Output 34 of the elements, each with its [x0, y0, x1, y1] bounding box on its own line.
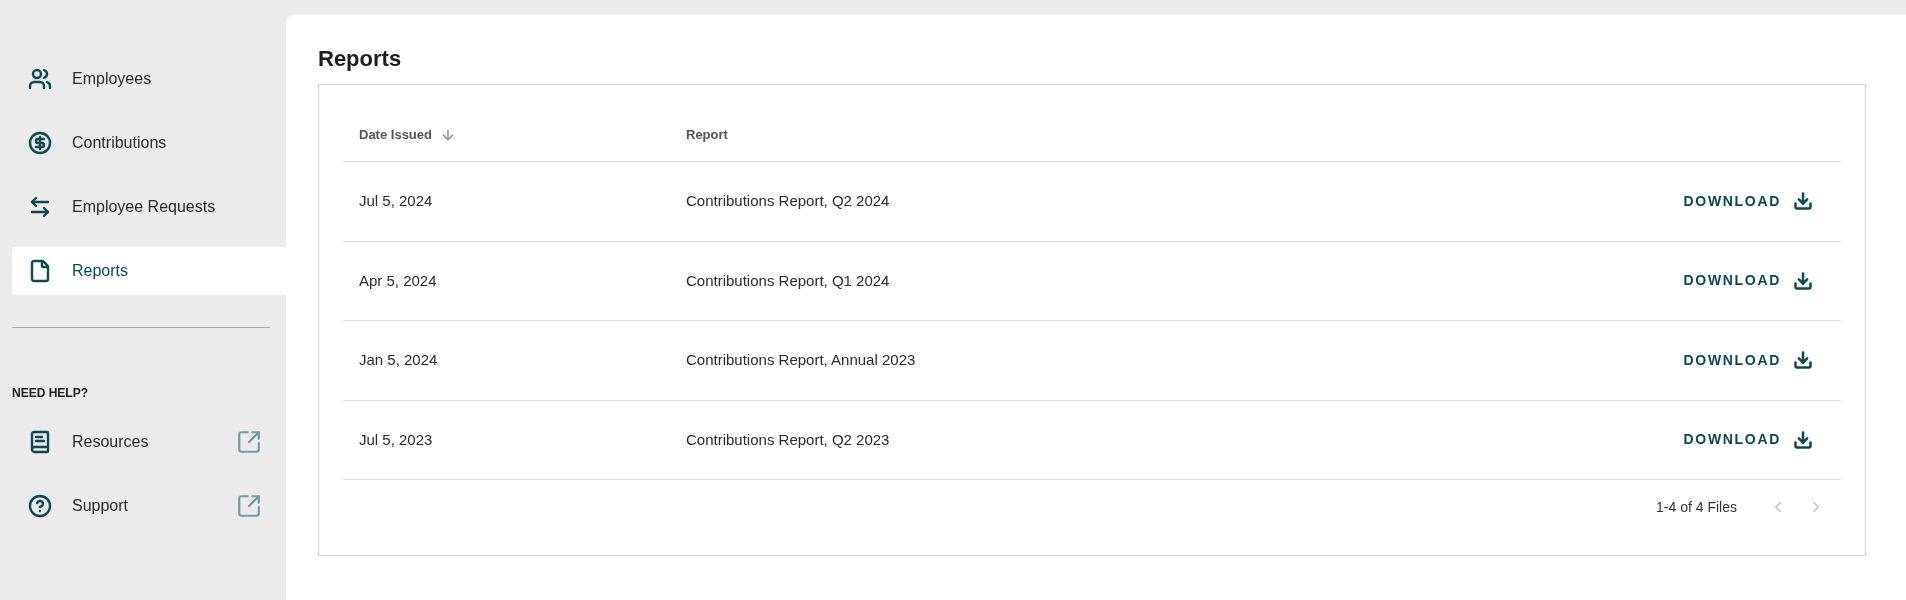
sidebar-item[interactable]: Contributions [12, 119, 286, 167]
table-cell: Apr 5, 2024 [359, 271, 437, 289]
pagination-summary: 1-4 of 4 Files [1656, 497, 1737, 517]
table-cell: Jul 5, 2023 [359, 430, 433, 448]
download-icon [1793, 191, 1813, 212]
sidebar-link[interactable]: Support [12, 482, 262, 530]
table-cell-text: Contributions Report, Annual 2023 [686, 350, 917, 370]
download-icon [1793, 429, 1813, 450]
table-cell: Jan 5, 2024 [359, 351, 438, 368]
download-button[interactable]: DOWNLOAD [1683, 270, 1813, 292]
sort-arrow-icon[interactable] [440, 127, 456, 143]
sidebar-item[interactable]: Reports [12, 247, 286, 295]
table-cell-text: Contributions Report, Q2 2024 [686, 191, 891, 211]
page-title: Reports [318, 48, 402, 70]
column-header[interactable]: Report [686, 125, 728, 145]
table-cell-text: Contributions Report, Q2 2023 [686, 429, 891, 450]
help-icon [28, 494, 52, 518]
download-button[interactable]: DOWNLOAD [1683, 349, 1813, 371]
sidebar-item[interactable]: Employees [12, 55, 286, 103]
table-cell-text: Contributions Report, Q1 2024 [686, 270, 891, 291]
sidebar-link[interactable]: Resources [12, 418, 262, 466]
book-icon [28, 430, 52, 454]
download-icon [1793, 350, 1813, 371]
people-icon [28, 67, 52, 91]
sidebar-item[interactable]: Employee Requests [12, 183, 286, 231]
column-header[interactable]: Date Issued [359, 125, 432, 145]
dollar-icon [28, 131, 52, 155]
download-button[interactable]: DOWNLOAD [1683, 190, 1813, 212]
swap-arrows-icon [28, 195, 52, 219]
document-icon [28, 259, 52, 283]
section-heading: NEED HELP? [12, 385, 89, 402]
table-cell: Jul 5, 2024 [359, 192, 433, 209]
download-icon [1793, 270, 1813, 291]
download-button[interactable]: DOWNLOAD [1683, 429, 1813, 451]
